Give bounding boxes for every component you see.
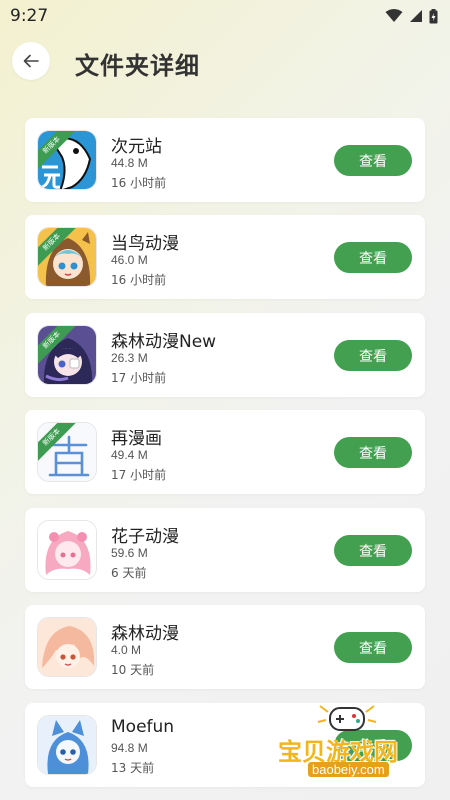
- app-time: 16 小时前: [111, 176, 167, 190]
- app-name: Moefun: [111, 717, 175, 737]
- view-button[interactable]: 查看: [334, 535, 412, 566]
- app-time: 6 天前: [111, 566, 147, 580]
- ciyuanzhan-icon: 新版本: [37, 130, 97, 190]
- list-item[interactable]: 新版本 当鸟动漫 46.0 M 16 小时前 查看: [25, 215, 425, 299]
- view-button[interactable]: 查看: [334, 340, 412, 371]
- status-bar: 9:27: [0, 0, 450, 32]
- app-size: 4.0 M: [111, 643, 142, 657]
- app-size: 44.8 M: [111, 156, 148, 170]
- app-size: 26.3 M: [111, 351, 148, 365]
- zaimanhua-icon: 新版本: [37, 422, 97, 482]
- huazi-icon: [37, 520, 97, 580]
- gamepad-icon: [317, 705, 377, 731]
- app-name: 再漫画: [111, 429, 162, 449]
- app-size: 94.8 M: [111, 741, 148, 755]
- list-item[interactable]: 森林动漫 4.0 M 10 天前 查看: [25, 605, 425, 689]
- app-name: 花子动漫: [111, 527, 179, 547]
- app-time: 13 天前: [111, 761, 155, 775]
- app-time: 10 天前: [111, 663, 155, 677]
- senlin-new-icon: 新版本: [37, 325, 97, 385]
- app-time: 17 小时前: [111, 371, 167, 385]
- arrow-left-icon: [23, 54, 39, 68]
- app-name: 森林动漫New: [111, 332, 217, 352]
- moefun-icon: [37, 715, 97, 775]
- view-button[interactable]: 查看: [334, 242, 412, 273]
- list-item[interactable]: 新版本 再漫画 49.4 M 17 小时前 查看: [25, 410, 425, 494]
- app-name: 次元站: [111, 137, 162, 157]
- view-button[interactable]: 查看: [334, 437, 412, 468]
- status-time: 9:27: [10, 6, 49, 26]
- app-name: 当鸟动漫: [111, 234, 179, 254]
- battery-icon: [429, 8, 438, 23]
- list-item[interactable]: 新版本 森林动漫New 26.3 M 17 小时前 查看: [25, 313, 425, 397]
- watermark-url: baobeiy.com: [308, 762, 389, 777]
- back-button[interactable]: [12, 42, 50, 80]
- list-item[interactable]: 新版本 次元站 44.8 M 16 小时前 查看: [25, 118, 425, 202]
- watermark: 宝贝游戏网 baobeiy.com: [272, 700, 422, 790]
- dangniao-icon: 新版本: [37, 227, 97, 287]
- view-button[interactable]: 查看: [334, 145, 412, 176]
- view-button[interactable]: 查看: [334, 632, 412, 663]
- cell-signal-icon: [410, 10, 422, 22]
- page-title: 文件夹详细: [75, 52, 200, 80]
- app-name: 森林动漫: [111, 624, 179, 644]
- app-size: 46.0 M: [111, 253, 148, 267]
- list-item[interactable]: 花子动漫 59.6 M 6 天前 查看: [25, 508, 425, 592]
- app-size: 49.4 M: [111, 448, 148, 462]
- wifi-icon: [385, 9, 403, 22]
- senlin-icon: [37, 617, 97, 677]
- app-time: 16 小时前: [111, 273, 167, 287]
- app-size: 59.6 M: [111, 546, 148, 560]
- app-time: 17 小时前: [111, 468, 167, 482]
- header: 文件夹详细: [0, 40, 450, 88]
- status-icons: [385, 8, 438, 24]
